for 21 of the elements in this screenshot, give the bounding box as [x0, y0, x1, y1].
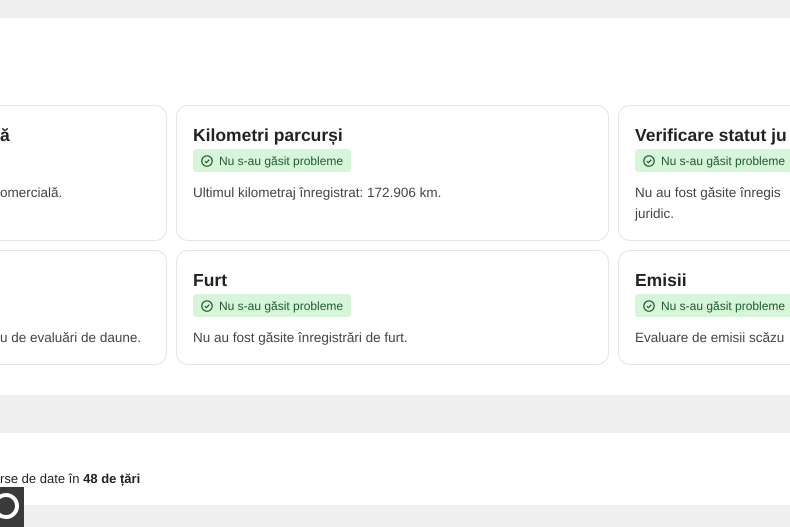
check-circle-icon	[201, 300, 213, 312]
card-description: Evaluare de emisii scăzu	[635, 330, 784, 345]
card-description: Nu au fost găsite înregistrări de furt.	[193, 330, 408, 345]
status-badge: Nu s-au găsit probleme	[635, 149, 790, 172]
check-circle-icon	[201, 154, 213, 166]
card-title: Furt	[193, 270, 228, 290]
card-description: Ultimul kilometraj înregistrat: 172.906 km.	[193, 185, 442, 200]
card-title: Emisii	[635, 270, 687, 290]
card-description: juridic.	[635, 206, 674, 221]
card-description: Nu au fost găsite înregis	[635, 185, 781, 200]
card-title: ă	[0, 125, 10, 145]
card-description: omercială.	[0, 185, 62, 200]
check-circle-icon	[643, 154, 655, 166]
card-title: Kilometri parcurși	[193, 125, 343, 145]
card-title: Verificare statut ju	[635, 125, 787, 145]
check-circle-icon	[643, 300, 655, 312]
status-badge: Nu s-au găsit probleme	[193, 149, 352, 172]
status-badge: Nu s-au găsit probleme	[193, 294, 352, 317]
card-description: u de evaluări de daune.	[0, 330, 142, 345]
status-badge: Nu s-au găsit probleme	[635, 294, 790, 317]
footer-text: rse de date în 48 de țări	[0, 470, 140, 488]
